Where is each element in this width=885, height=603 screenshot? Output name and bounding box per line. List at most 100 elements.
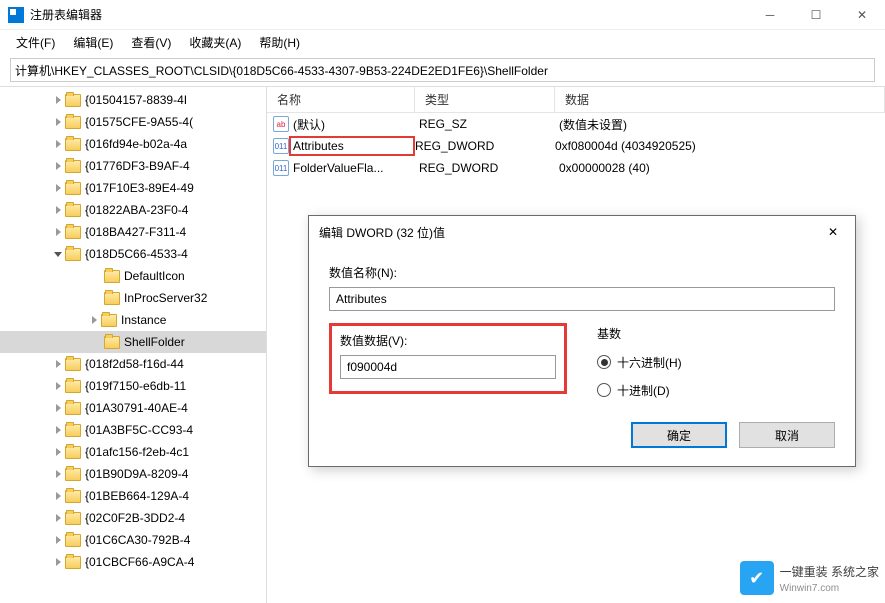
tree-item[interactable]: Instance (0, 309, 266, 331)
cell-type: REG_SZ (419, 117, 559, 131)
folder-icon (65, 556, 81, 569)
registry-tree[interactable]: {01504157-8839-4I {01575CFE-9A55-4( {016fd… (0, 87, 267, 603)
minimize-button[interactable]: ─ (747, 0, 793, 30)
regedit-icon (8, 7, 24, 23)
tree-item[interactable]: {01B90D9A-8209-4 (0, 463, 266, 485)
folder-icon (65, 380, 81, 393)
menu-help[interactable]: 帮助(H) (251, 32, 308, 53)
maximize-button[interactable]: ☐ (793, 0, 839, 30)
radio-dec-label: 十进制(D) (617, 382, 670, 399)
col-header-name[interactable]: 名称 (267, 87, 415, 112)
tree-item[interactable]: {018BA427-F311-4 (0, 221, 266, 243)
menu-favorites[interactable]: 收藏夹(A) (181, 32, 249, 53)
window-title: 注册表编辑器 (30, 6, 102, 23)
edit-dword-dialog: 编辑 DWORD (32 位)值 ✕ 数值名称(N): 数值数据(V): 基数 … (308, 215, 856, 467)
folder-icon (65, 402, 81, 415)
tree-item-label: {01B90D9A-8209-4 (85, 467, 188, 481)
folder-icon (65, 358, 81, 371)
tree-item-label: Instance (121, 313, 166, 327)
tree-item[interactable]: {01776DF3-B9AF-4 (0, 155, 266, 177)
titlebar: 注册表编辑器 ─ ☐ ✕ (0, 0, 885, 30)
tree-item-label: DefaultIcon (124, 269, 185, 283)
list-row[interactable]: 011AttributesREG_DWORD0xf080004d (403492… (267, 135, 885, 157)
close-button[interactable]: ✕ (839, 0, 885, 30)
tree-item[interactable]: {01504157-8839-4I (0, 89, 266, 111)
radio-dec-input[interactable] (597, 383, 611, 397)
tree-item-label: {02C0F2B-3DD2-4 (85, 511, 185, 525)
twitter-icon: ✔ (740, 561, 774, 595)
tree-item[interactable]: {01C6CA30-792B-4 (0, 529, 266, 551)
tree-item-label: {019f7150-e6db-11 (85, 379, 186, 393)
tree-item-label: ShellFolder (124, 335, 185, 349)
radio-hex[interactable]: 十六进制(H) (597, 348, 682, 376)
tree-item[interactable]: {018D5C66-4533-4 (0, 243, 266, 265)
tree-item-label: {016fd94e-b02a-4a (85, 137, 187, 151)
col-header-type[interactable]: 类型 (415, 87, 555, 112)
tree-item-label: {01822ABA-23F0-4 (85, 203, 188, 217)
folder-icon (65, 490, 81, 503)
tree-item[interactable]: {017F10E3-89E4-49 (0, 177, 266, 199)
radio-dec[interactable]: 十进制(D) (597, 376, 682, 404)
cell-data: (数值未设置) (559, 116, 885, 133)
base-radio-group: 基数 十六进制(H) 十进制(D) (597, 323, 682, 404)
tree-item[interactable]: {019f7150-e6db-11 (0, 375, 266, 397)
tree-item[interactable]: {01afc156-f2eb-4c1 (0, 441, 266, 463)
ok-button[interactable]: 确定 (631, 422, 727, 448)
tree-item[interactable]: {02C0F2B-3DD2-4 (0, 507, 266, 529)
folder-icon (65, 204, 81, 217)
tree-item[interactable]: {01BEB664-129A-4 (0, 485, 266, 507)
tree-item[interactable]: {01A3BF5C-CC93-4 (0, 419, 266, 441)
tree-item-label: {017F10E3-89E4-49 (85, 181, 194, 195)
tree-item-label: {01CBCF66-A9CA-4 (85, 555, 194, 569)
tree-item-label: {01BEB664-129A-4 (85, 489, 189, 503)
cell-name: FolderValueFla... (293, 161, 419, 175)
folder-icon (65, 248, 81, 261)
menubar: 文件(F) 编辑(E) 查看(V) 收藏夹(A) 帮助(H) (0, 30, 885, 54)
folder-icon (104, 336, 120, 349)
cell-name: Attributes (289, 136, 415, 156)
base-label: 基数 (597, 325, 682, 342)
tree-item[interactable]: {016fd94e-b02a-4a (0, 133, 266, 155)
tree-item[interactable]: {01822ABA-23F0-4 (0, 199, 266, 221)
tree-item[interactable]: DefaultIcon (0, 265, 266, 287)
menu-file[interactable]: 文件(F) (8, 32, 63, 53)
tree-item-label: InProcServer32 (124, 291, 207, 305)
tree-item[interactable]: {018f2d58-f16d-44 (0, 353, 266, 375)
folder-icon (65, 94, 81, 107)
menu-edit[interactable]: 编辑(E) (65, 32, 121, 53)
radio-hex-input[interactable] (597, 355, 611, 369)
address-bar[interactable]: 计算机\HKEY_CLASSES_ROOT\CLSID\{018D5C66-45… (10, 58, 875, 82)
value-data-input[interactable] (340, 355, 556, 379)
folder-icon (65, 446, 81, 459)
tree-item-label: {01575CFE-9A55-4( (85, 115, 193, 129)
col-header-data[interactable]: 数据 (555, 87, 885, 112)
value-name-input[interactable] (329, 287, 835, 311)
string-value-icon: ab (273, 116, 289, 132)
menu-view[interactable]: 查看(V) (123, 32, 179, 53)
tree-item[interactable]: ShellFolder (0, 331, 266, 353)
tree-item[interactable]: {01575CFE-9A55-4( (0, 111, 266, 133)
tree-item[interactable]: InProcServer32 (0, 287, 266, 309)
tree-item-label: {018D5C66-4533-4 (85, 247, 188, 261)
list-row[interactable]: 011FolderValueFla...REG_DWORD0x00000028 … (267, 157, 885, 179)
folder-icon (104, 292, 120, 305)
folder-icon (65, 424, 81, 437)
folder-icon (65, 160, 81, 173)
cell-data: 0xf080004d (4034920525) (555, 139, 885, 153)
list-row[interactable]: ab(默认)REG_SZ(数值未设置) (267, 113, 885, 135)
dialog-close-button[interactable]: ✕ (821, 220, 845, 244)
tree-item-label: {01A3BF5C-CC93-4 (85, 423, 193, 437)
tree-item[interactable]: {01A30791-40AE-4 (0, 397, 266, 419)
tree-item-label: {01C6CA30-792B-4 (85, 533, 190, 547)
dialog-title: 编辑 DWORD (32 位)值 (319, 224, 445, 241)
tree-item-label: {01504157-8839-4I (85, 93, 187, 107)
tree-item[interactable]: {01CBCF66-A9CA-4 (0, 551, 266, 573)
value-data-highlight-box: 数值数据(V): (329, 323, 567, 394)
tree-item-label: {01A30791-40AE-4 (85, 401, 188, 415)
tree-item-label: {01776DF3-B9AF-4 (85, 159, 190, 173)
address-path: 计算机\HKEY_CLASSES_ROOT\CLSID\{018D5C66-45… (15, 62, 548, 79)
cell-name: (默认) (293, 116, 419, 133)
cancel-button[interactable]: 取消 (739, 422, 835, 448)
cell-data: 0x00000028 (40) (559, 161, 885, 175)
tree-item-label: {018BA427-F311-4 (85, 225, 186, 239)
